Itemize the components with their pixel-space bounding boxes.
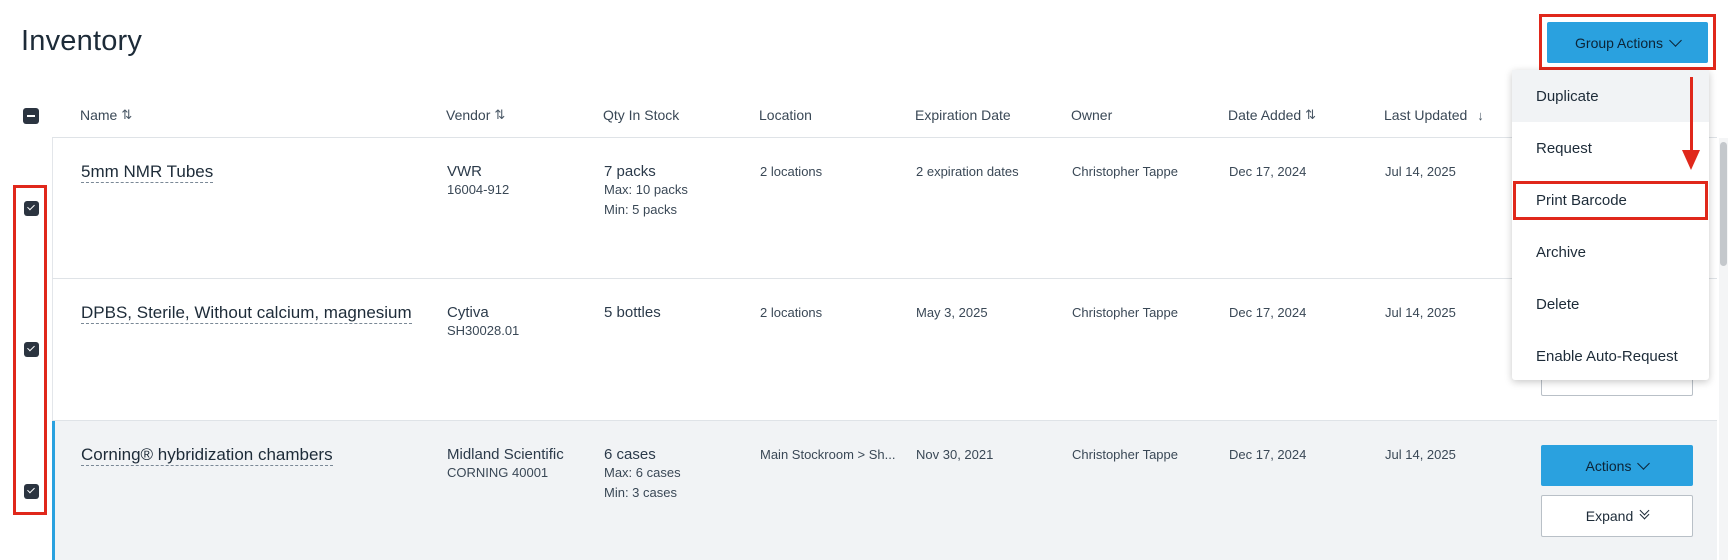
sort-down-icon: ↓ <box>1477 107 1484 123</box>
column-header-vendor[interactable]: Vendor ⇅ <box>446 107 505 123</box>
table-row[interactable]: DPBS, Sterile, Without calcium, magnesiu… <box>52 279 1717 421</box>
group-actions-label: Group Actions <box>1575 34 1663 51</box>
page-title: Inventory <box>21 25 143 57</box>
menu-item-print-barcode[interactable]: Print Barcode <box>1512 174 1709 226</box>
last-updated: Jul 14, 2025 <box>1385 447 1456 462</box>
item-name-link[interactable]: 5mm NMR Tubes <box>81 162 214 183</box>
date-added: Dec 17, 2024 <box>1229 305 1307 320</box>
qty-min: Min: 5 packs <box>604 202 677 217</box>
column-header-qty: Qty In Stock <box>603 107 680 123</box>
menu-item-request[interactable]: Request <box>1512 122 1709 174</box>
location: 2 locations <box>760 305 823 320</box>
row-expand-button[interactable]: Expand <box>1541 495 1693 537</box>
table-row[interactable]: Corning® hybridization chambers Midland … <box>52 421 1717 560</box>
column-header-last-updated[interactable]: Last Updated ↓ <box>1384 107 1484 123</box>
checkboxes-annotation-box <box>13 185 47 515</box>
vendor-sku: 16004-912 <box>447 182 510 197</box>
menu-item-duplicate[interactable]: Duplicate <box>1512 70 1709 122</box>
qty-max: Max: 6 cases <box>604 465 681 480</box>
sort-icon: ⇅ <box>494 107 506 122</box>
qty-max: Max: 10 packs <box>604 182 688 197</box>
vendor-name: Cytiva <box>447 304 489 321</box>
column-header-expiration: Expiration Date <box>915 107 1011 123</box>
vendor-sku: CORNING 40001 <box>447 465 549 480</box>
annotation-arrow-line <box>1690 77 1693 152</box>
owner: Christopher Tappe <box>1072 447 1178 462</box>
sort-icon: ⇅ <box>121 107 133 122</box>
column-header-name[interactable]: Name ⇅ <box>80 107 132 123</box>
group-actions-button[interactable]: Group Actions <box>1547 22 1708 63</box>
column-header-location: Location <box>759 107 812 123</box>
qty-in-stock: 5 bottles <box>604 304 661 321</box>
qty-in-stock: 7 packs <box>604 163 656 180</box>
column-header-owner: Owner <box>1071 107 1113 123</box>
select-all-checkbox[interactable] <box>23 108 39 124</box>
column-header-date-added[interactable]: Date Added ⇅ <box>1228 107 1316 123</box>
row-actions-button[interactable]: Actions <box>1541 445 1693 486</box>
row-actions-label: Actions <box>1585 457 1632 474</box>
table-row[interactable]: 5mm NMR Tubes VWR 16004-912 7 packs Max:… <box>52 138 1717 279</box>
last-updated: Jul 14, 2025 <box>1385 164 1456 179</box>
date-added: Dec 17, 2024 <box>1229 164 1307 179</box>
expiration-date: 2 expiration dates <box>916 164 1019 179</box>
vendor-sku: SH30028.01 <box>447 323 520 338</box>
annotation-arrow-head-icon <box>1682 150 1700 170</box>
expiration-date: May 3, 2025 <box>916 305 988 320</box>
qty-min: Min: 3 cases <box>604 485 677 500</box>
chevron-down-icon <box>1669 33 1682 47</box>
sort-icon: ⇅ <box>1305 107 1317 122</box>
expiration-date: Nov 30, 2021 <box>916 447 994 462</box>
item-name-link[interactable]: DPBS, Sterile, Without calcium, magnesiu… <box>81 303 412 324</box>
location: 2 locations <box>760 164 823 179</box>
row-expand-label: Expand <box>1585 508 1634 524</box>
owner: Christopher Tappe <box>1072 305 1178 320</box>
menu-item-archive[interactable]: Archive <box>1512 226 1709 278</box>
last-updated: Jul 14, 2025 <box>1385 305 1456 320</box>
qty-in-stock: 6 cases <box>604 446 656 463</box>
vendor-name: Midland Scientific <box>447 446 564 463</box>
vendor-name: VWR <box>447 163 482 180</box>
owner: Christopher Tappe <box>1072 164 1178 179</box>
scrollbar-thumb[interactable] <box>1720 142 1727 266</box>
double-chevron-down-icon <box>1639 505 1650 520</box>
group-actions-menu: Duplicate Request Print Barcode Archive … <box>1512 70 1709 380</box>
date-added: Dec 17, 2024 <box>1229 447 1307 462</box>
menu-item-enable-auto-request[interactable]: Enable Auto-Request <box>1512 330 1709 382</box>
location: Main Stockroom > Sh... <box>760 447 896 462</box>
chevron-down-icon <box>1637 456 1651 470</box>
menu-item-delete[interactable]: Delete <box>1512 278 1709 330</box>
item-name-link[interactable]: Corning® hybridization chambers <box>81 445 333 466</box>
